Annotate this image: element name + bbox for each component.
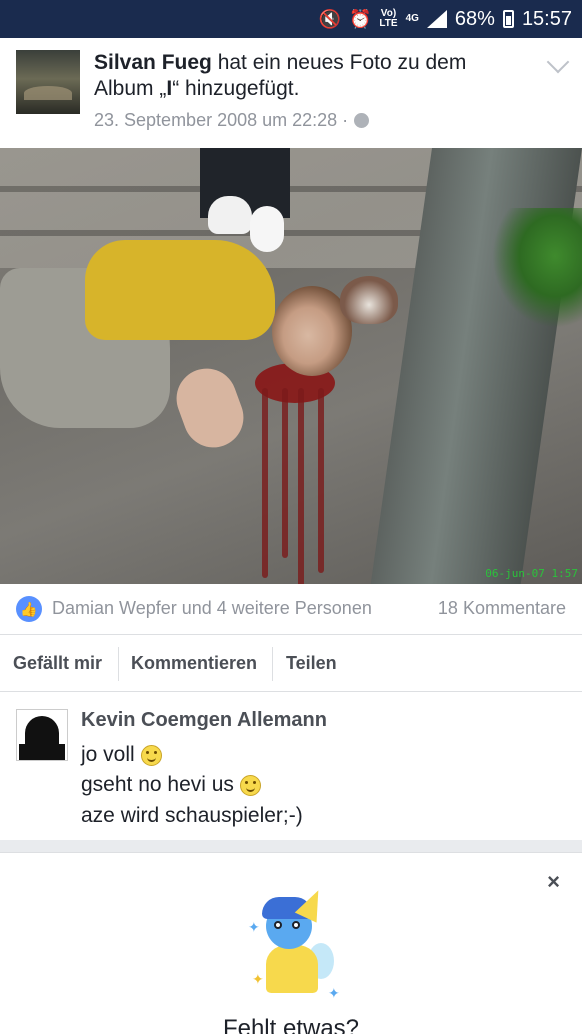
smiley-icon <box>239 774 261 796</box>
photo-plant <box>492 208 582 328</box>
photo-drip <box>282 388 288 558</box>
volte-indicator: Vo) LTE <box>379 8 398 29</box>
comment-line: aze wird schauspieler;-) <box>81 804 303 828</box>
globe-icon <box>354 113 370 128</box>
author-name[interactable]: Silvan Fueg <box>94 51 212 74</box>
comment-line: gseht no hevi us <box>81 773 261 797</box>
status-icons: 🔇 ⏰ Vo) LTE 4G 68% 15:57 <box>319 0 572 38</box>
smiley-icon <box>140 744 162 766</box>
comment-text: aze wird schauspieler;-) <box>81 804 303 827</box>
mute-icon: 🔇 <box>318 8 341 29</box>
like-button[interactable]: Gefällt mir <box>13 635 102 691</box>
like-icon: 👍 <box>16 596 42 622</box>
battery-icon <box>502 10 514 28</box>
commenter-avatar[interactable] <box>16 709 68 761</box>
feedback-prompt: Fehlt etwas? <box>222 1015 360 1034</box>
comment-count[interactable]: 18 Kommentare <box>438 598 566 619</box>
photo-shoe <box>250 206 284 252</box>
network-indicator: 4G <box>405 13 419 24</box>
status-bar: 🔇 ⏰ Vo) LTE 4G 68% 15:57 <box>0 0 582 38</box>
action-bar: Gefällt mir Kommentieren Teilen <box>0 634 582 692</box>
alarm-icon: ⏰ <box>348 8 372 29</box>
sparkle-icon: ✦ <box>252 971 264 987</box>
mascot-eye <box>292 921 300 929</box>
author-avatar[interactable] <box>16 50 80 114</box>
chevron-down-icon[interactable] <box>546 50 570 74</box>
sparkle-icon: ✦ <box>328 985 340 1001</box>
post-action-end: “ hinzugefügt. <box>172 77 300 100</box>
photo-shoe <box>208 196 252 234</box>
share-button[interactable]: Teilen <box>286 635 337 691</box>
mascot-body <box>266 945 318 993</box>
feedback-card: × ✦ ✦ ✦ Fehlt etwas? <box>0 852 582 1034</box>
avatar-graphic <box>25 716 59 746</box>
battery-percent: 68% <box>454 7 495 30</box>
photo-shirt <box>85 240 275 340</box>
sparkle-icon: ✦ <box>248 919 260 935</box>
comment-text: jo voll <box>81 743 135 766</box>
photo-arm <box>168 360 252 456</box>
divider <box>118 647 119 681</box>
photo-date-stamp: 06-jun-07 1:57 <box>485 567 578 580</box>
clock: 15:57 <box>521 7 572 30</box>
close-icon[interactable]: × <box>547 869 560 895</box>
post-header: Silvan Fueg hat ein neues Foto zu dem Al… <box>94 50 514 102</box>
comment-button[interactable]: Kommentieren <box>131 635 257 691</box>
comment-line: jo voll <box>81 743 162 767</box>
photo-helmet <box>340 276 398 324</box>
photo-drip <box>298 388 304 584</box>
reactions-bar[interactable]: 👍 Damian Wepfer und 4 weitere Personen 1… <box>0 584 582 634</box>
post-card: Silvan Fueg hat ein neues Foto zu dem Al… <box>0 38 582 840</box>
post-date-text[interactable]: 23. September 2008 um 22:28 · <box>94 110 348 131</box>
mascot-eye <box>274 921 282 929</box>
photo-drip <box>262 388 268 578</box>
reaction-names[interactable]: Damian Wepfer und 4 weitere Personen <box>52 598 372 619</box>
mascot-illustration: ✦ ✦ ✦ <box>248 885 340 1001</box>
divider <box>272 647 273 681</box>
post-photo[interactable]: 06-jun-07 1:57 <box>0 148 582 584</box>
signal-icon <box>426 10 447 28</box>
post-timestamp: 23. September 2008 um 22:28 · <box>94 110 370 131</box>
photo-drip <box>318 388 324 573</box>
commenter-name[interactable]: Kevin Coemgen Allemann <box>81 709 327 732</box>
comment-text: gseht no hevi us <box>81 773 234 796</box>
avatar-graphic <box>19 744 65 760</box>
comment: Kevin Coemgen Allemann jo voll gseht no … <box>0 693 582 840</box>
